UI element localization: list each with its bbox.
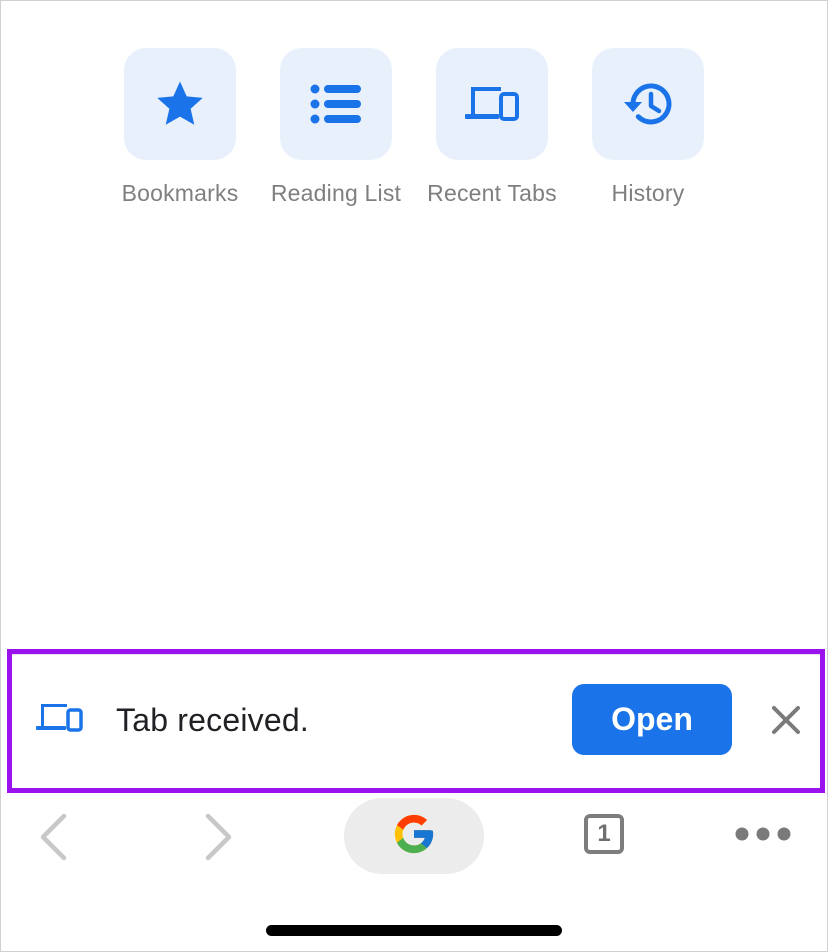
forward-button[interactable] [202, 812, 236, 867]
shortcut-label: Recent Tabs [427, 180, 557, 206]
shortcut-history[interactable]: History [570, 48, 726, 207]
back-button[interactable] [36, 812, 70, 867]
shortcut-grid: Bookmarks Reading List Recent Tabs Histo… [102, 48, 726, 207]
google-g-icon [391, 811, 437, 862]
shortcut-tile[interactable] [436, 48, 548, 160]
devices-icon [465, 84, 519, 124]
more-menu-button[interactable] [734, 826, 792, 842]
shortcut-bookmarks[interactable]: Bookmarks [102, 48, 258, 207]
home-indicator[interactable] [266, 925, 562, 936]
history-icon [621, 80, 675, 128]
close-icon[interactable] [770, 704, 802, 736]
infobar-divider [12, 654, 820, 655]
chevron-left-icon [36, 813, 70, 866]
shortcut-label: Bookmarks [121, 180, 239, 206]
shortcut-label: History [611, 180, 685, 206]
bottom-toolbar: 1 [0, 792, 828, 888]
tab-received-infobar: Tab received. Open [7, 649, 825, 793]
list-icon [310, 84, 362, 124]
omnibox-button[interactable] [344, 798, 484, 874]
shortcut-tile[interactable] [592, 48, 704, 160]
open-button[interactable]: Open [572, 684, 732, 755]
tab-switcher-button[interactable]: 1 [584, 814, 624, 854]
chevron-right-icon [202, 813, 236, 866]
devices-icon [36, 702, 84, 739]
infobar-message: Tab received. [116, 702, 309, 738]
more-dots-icon [734, 827, 792, 846]
shortcut-label: Reading List [270, 180, 402, 206]
shortcut-tile[interactable] [280, 48, 392, 160]
shortcut-tile[interactable] [124, 48, 236, 160]
star-icon [154, 78, 206, 130]
shortcut-reading-list[interactable]: Reading List [258, 48, 414, 207]
shortcut-recent-tabs[interactable]: Recent Tabs [414, 48, 570, 207]
